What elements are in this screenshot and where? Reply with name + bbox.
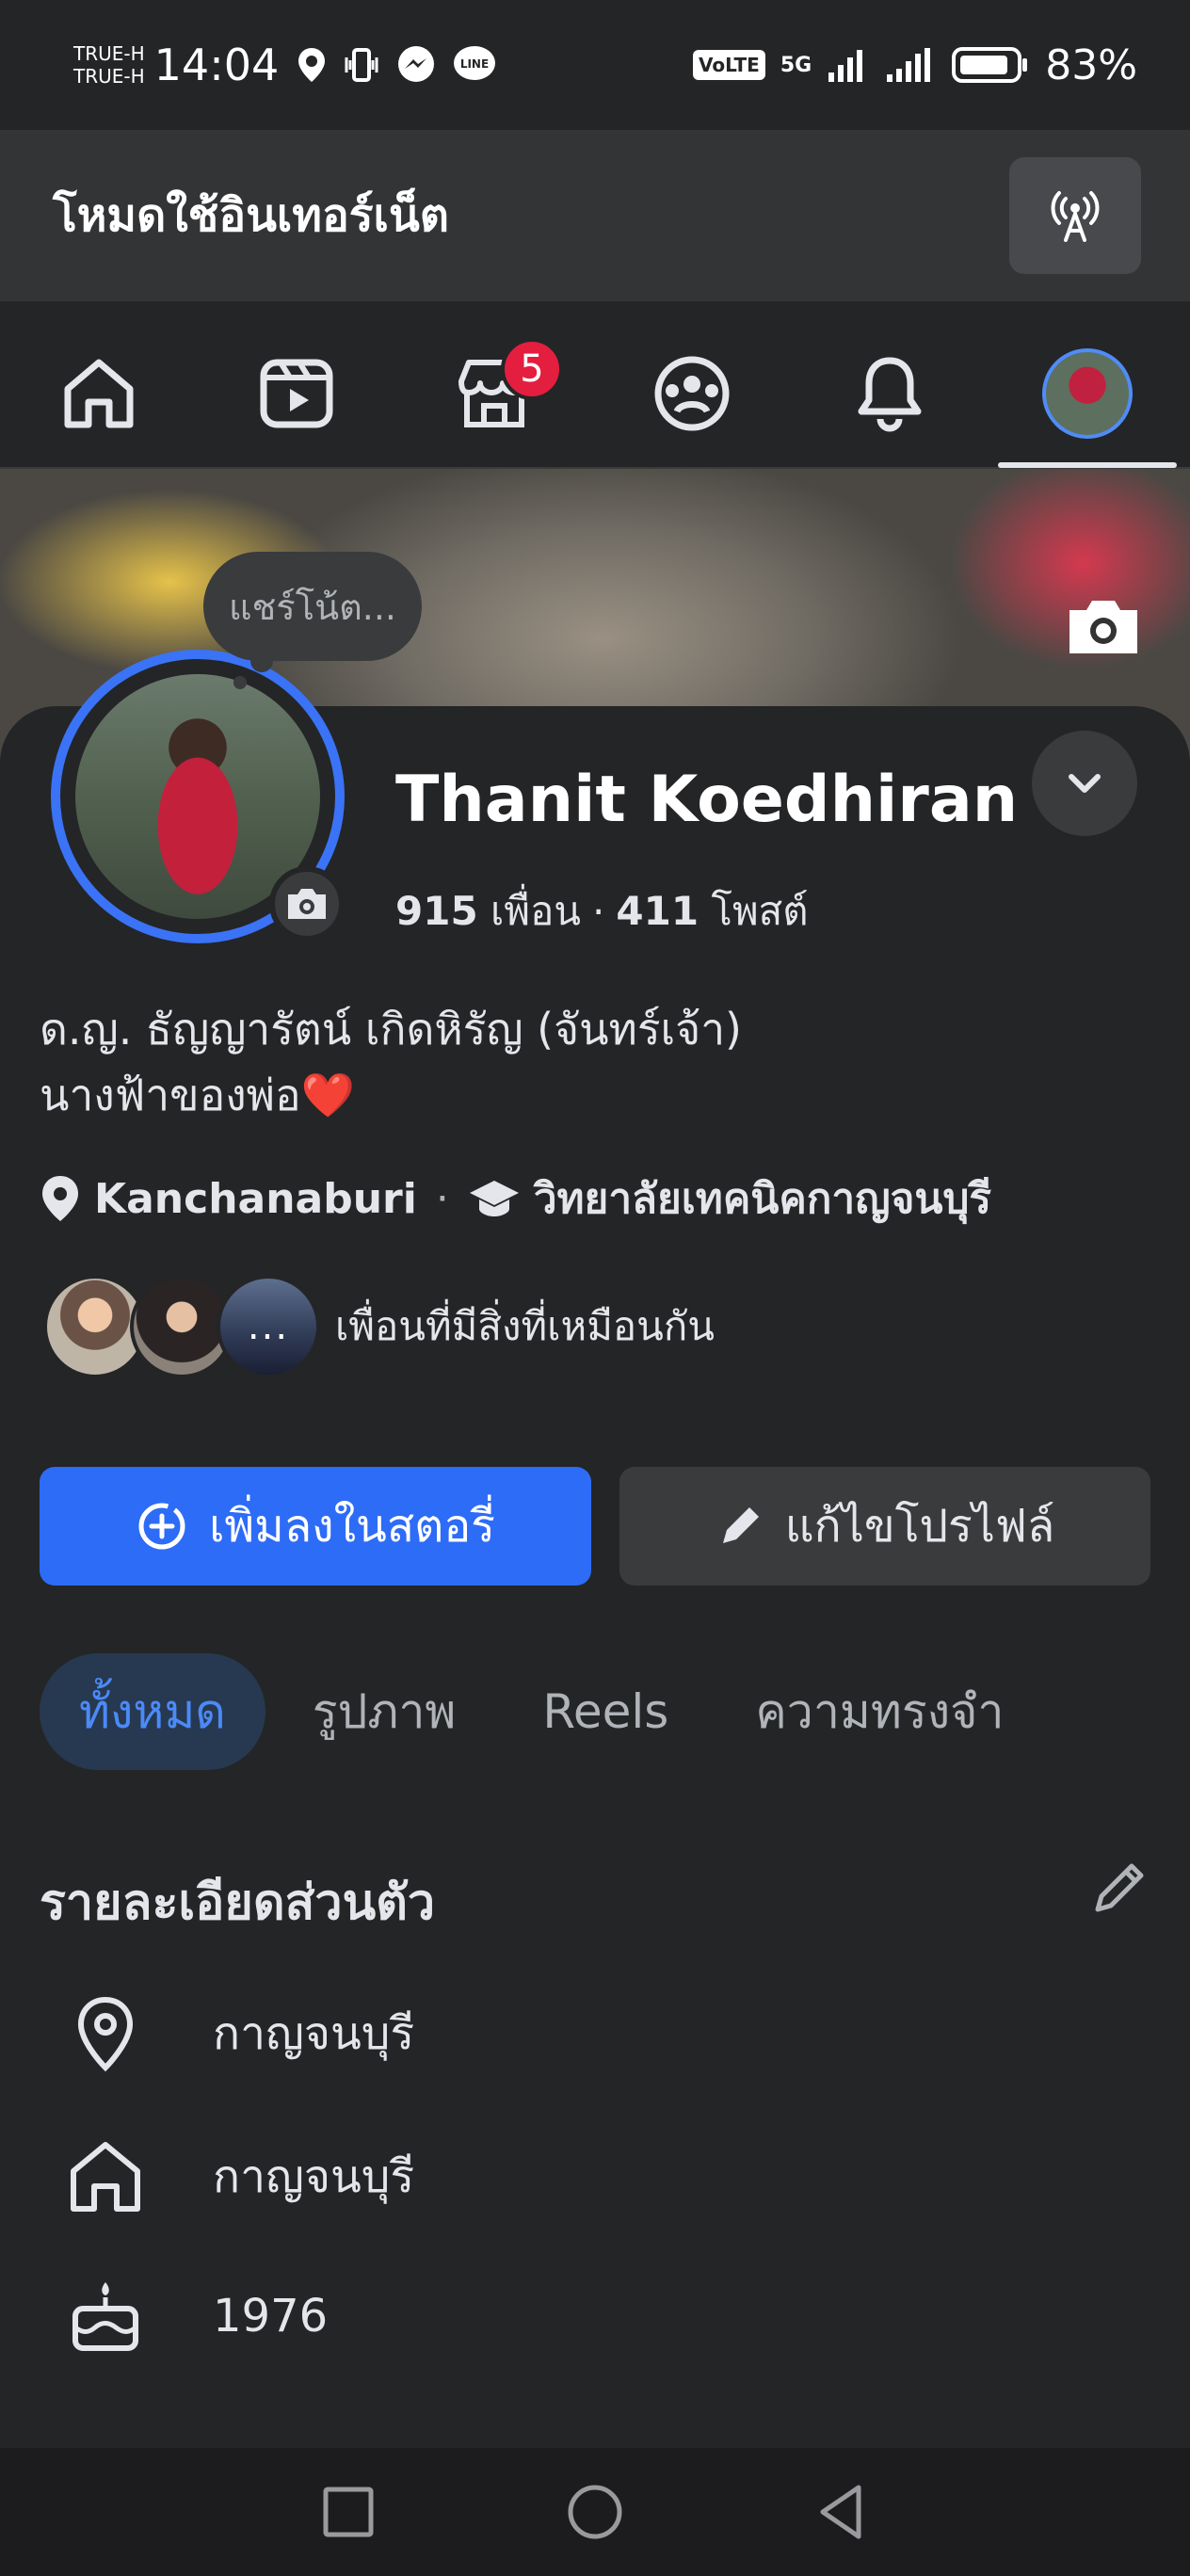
detail-hometown: กาญจนบุรี	[66, 2137, 414, 2216]
line-icon: LINE	[454, 46, 496, 80]
tab-home[interactable]	[0, 319, 198, 468]
location-text[interactable]: Kanchanaburi	[94, 1175, 417, 1223]
avatar	[1042, 348, 1133, 439]
facebook-nav-bar: 5	[0, 320, 1190, 469]
mutual-friends-text: เพื่อนที่มีสิ่งที่เหมือนกัน	[335, 1303, 715, 1349]
tab-photos[interactable]: รูปภาพ	[273, 1653, 496, 1770]
add-circle-icon	[138, 1503, 185, 1550]
carrier-info: TRUE-H TRUE-H	[73, 42, 145, 88]
add-to-story-label: เพิ่มลงในสตอรี่	[209, 1500, 495, 1553]
carrier-1: TRUE-H	[73, 42, 145, 65]
system-nav-bar	[0, 2448, 1190, 2576]
video-icon	[260, 359, 333, 428]
camera-icon	[288, 889, 326, 919]
bio-line-1: ด.ญ. ธัญญารัตน์ เกิดหิรัญ (จันทร์เจ้า)	[40, 1004, 742, 1055]
pencil-icon	[1095, 1863, 1144, 1912]
tab-reels[interactable]: Reels	[503, 1653, 708, 1770]
chevron-down-icon	[1069, 774, 1101, 793]
back-button[interactable]	[813, 2482, 870, 2542]
add-to-story-button[interactable]: เพิ่มลงในสตอรี่	[40, 1467, 591, 1586]
facebook-profile-screen: TRUE-H TRUE-H 14:04 LINE VoLTE 5G 83% โห…	[0, 0, 1190, 2576]
share-note-bubble[interactable]: แชร์โน้ต...	[203, 552, 422, 661]
stat-separator: ·	[592, 888, 605, 935]
posts-count: 411	[616, 888, 700, 934]
friends-stat[interactable]: 915 เพื่อน	[395, 880, 581, 942]
profile-actions: เพิ่มลงในสตอรี่ แก้ไขโปรไฟล์	[40, 1467, 1150, 1586]
intro-separator: ·	[435, 1174, 449, 1223]
clock: 14:04	[153, 40, 280, 90]
detail-birth-year: 1976	[66, 2277, 328, 2356]
birthday-cake-icon	[66, 2277, 145, 2356]
recent-apps-button[interactable]	[320, 2484, 377, 2540]
messenger-icon	[398, 46, 435, 82]
tab-video[interactable]	[198, 319, 395, 468]
internet-mode-title: โหมดใช้อินเทอร์เน็ต	[53, 189, 449, 242]
notification-icons: LINE	[296, 44, 497, 86]
tab-notifications[interactable]	[791, 319, 989, 468]
note-bubble-tail	[250, 650, 273, 672]
posts-label: โพสต์	[711, 888, 809, 934]
signal-icon	[828, 50, 863, 82]
volte-badge: VoLTE	[692, 50, 765, 80]
friends-label: เพื่อน	[490, 888, 582, 934]
broadcast-icon	[1051, 191, 1100, 242]
tab-groups[interactable]	[593, 319, 791, 468]
edit-profile-button[interactable]: แก้ไขโปรไฟล์	[619, 1467, 1150, 1586]
vibrate-icon	[345, 48, 378, 82]
detail-current-city: กาญจนบุรี	[66, 1994, 414, 2073]
pencil-icon	[722, 1507, 759, 1543]
note-bubble-tail-small	[233, 676, 247, 689]
detail-text: กาญจนบุรี	[213, 2150, 415, 2203]
battery-icon	[952, 47, 1028, 83]
profile-name: Thanit Koedhiran	[395, 763, 1019, 837]
detail-text: 1976	[213, 2290, 329, 2343]
more-avatars: ...	[217, 1275, 320, 1378]
bio-line-2: นางฟ้าของพ่อ❤️	[40, 1062, 742, 1128]
profile-switch-button[interactable]	[1032, 731, 1137, 836]
home-button[interactable]	[565, 2482, 625, 2542]
detail-text: กาญจนบุรี	[213, 2007, 415, 2060]
tab-marketplace[interactable]: 5	[395, 319, 593, 468]
avatar-camera-button[interactable]	[269, 866, 345, 942]
profile-intro-line: Kanchanaburi · วิทยาลัยเทคนิคกาญจนบุรี	[40, 1166, 991, 1232]
signal-icon-2	[887, 48, 931, 82]
mutual-friends-row[interactable]: ... เพื่อนที่มีสิ่งที่เหมือนกัน	[43, 1275, 715, 1378]
svg-text:LINE: LINE	[460, 57, 489, 71]
location-pin-icon	[66, 1994, 145, 2073]
location-icon	[298, 48, 326, 82]
camera-icon	[1069, 601, 1137, 653]
tab-memories[interactable]: ความทรงจำ	[716, 1653, 1043, 1770]
posts-stat: 411 โพสต์	[616, 880, 808, 942]
internet-mode-button[interactable]	[1009, 157, 1141, 274]
system-status-icons: VoLTE 5G 83%	[692, 40, 1137, 89]
heart-icon: ❤️	[300, 1070, 355, 1120]
tab-profile[interactable]	[989, 319, 1186, 468]
edit-details-button[interactable]	[1085, 1855, 1152, 1923]
education-text[interactable]: วิทยาลัยเทคนิคกาญจนบุรี	[534, 1166, 991, 1232]
carrier-2: TRUE-H	[73, 65, 145, 88]
friends-count: 915	[395, 888, 478, 934]
profile-content-tabs: ทั้งหมด รูปภาพ Reels ความทรงจำ	[40, 1653, 1052, 1770]
edit-profile-label: แก้ไขโปรไฟล์	[784, 1500, 1055, 1553]
home-icon	[64, 359, 134, 428]
profile-stats: 915 เพื่อน · 411 โพสต์	[395, 880, 809, 942]
tab-all[interactable]: ทั้งหมด	[40, 1653, 265, 1770]
bell-icon	[858, 357, 922, 432]
network-gen: 5G	[780, 53, 812, 77]
status-bar: TRUE-H TRUE-H 14:04 LINE VoLTE 5G 83%	[0, 0, 1190, 130]
location-pin-icon	[42, 1176, 78, 1221]
profile-bio: ด.ญ. ธัญญารัตน์ เกิดหิรัญ (จันทร์เจ้า) น…	[40, 996, 742, 1128]
groups-icon	[654, 356, 730, 431]
graduation-cap-icon	[469, 1181, 519, 1216]
bio-line-2-text: นางฟ้าของพ่อ	[40, 1070, 301, 1120]
home-icon	[66, 2137, 145, 2216]
battery-percent: 83%	[1045, 40, 1137, 89]
personal-details-title: รายละเอียดส่วนตัว	[40, 1875, 436, 1931]
marketplace-badge: 5	[501, 338, 563, 400]
cover-camera-button[interactable]	[1064, 593, 1143, 659]
internet-mode-bar: โหมดใช้อินเทอร์เน็ต	[0, 130, 1190, 301]
